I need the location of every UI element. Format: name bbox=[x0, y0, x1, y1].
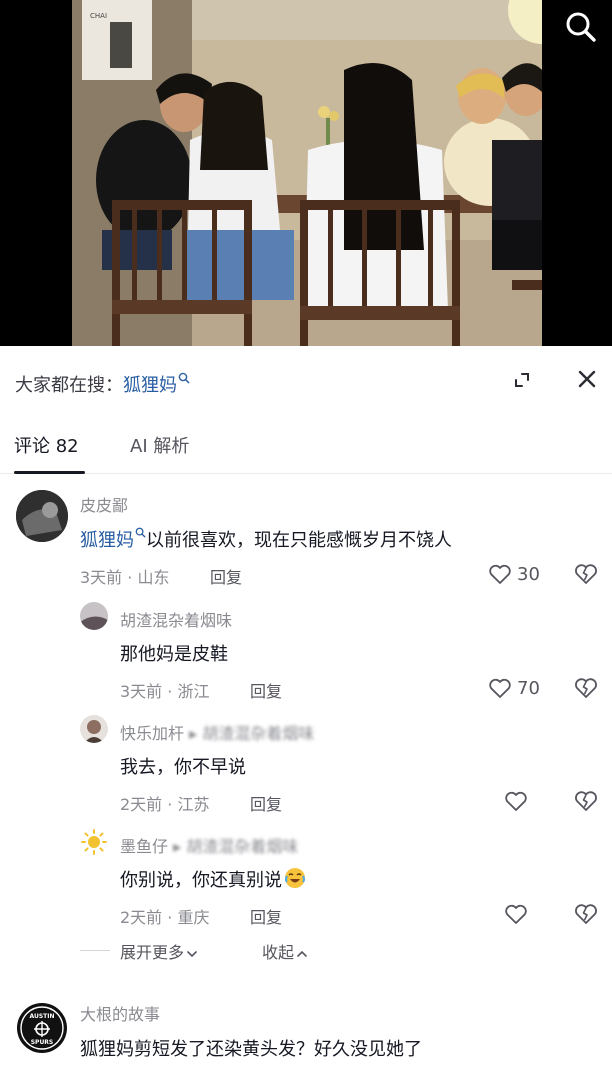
laughing-crying-emoji-icon bbox=[285, 868, 305, 888]
comment-username[interactable]: 大根的故事 bbox=[80, 1001, 160, 1025]
reply-username: 墨鱼仔 ▸ 胡渣混杂着烟味 bbox=[120, 833, 298, 857]
tab-comments[interactable]: 评论 82 bbox=[14, 432, 79, 458]
avatar[interactable] bbox=[80, 715, 108, 743]
heart-icon bbox=[505, 791, 527, 811]
like-button[interactable] bbox=[504, 901, 528, 927]
reply-button[interactable]: 回复 bbox=[250, 791, 282, 815]
search-icon bbox=[566, 12, 596, 42]
comment-meta: 3天前 · 山东 bbox=[80, 568, 170, 587]
search-icon bbox=[178, 372, 190, 384]
avatar-image bbox=[80, 715, 108, 743]
reply-username[interactable]: 胡渣混杂着烟味 bbox=[120, 607, 232, 631]
restaurant-scene-image: CHAI bbox=[72, 0, 542, 346]
expand-panel-button[interactable] bbox=[500, 358, 544, 402]
dislike-button[interactable] bbox=[572, 788, 600, 814]
broken-heart-icon bbox=[575, 564, 597, 584]
reply-to-arrow-icon: ▸ bbox=[189, 724, 198, 743]
expand-icon bbox=[515, 373, 529, 387]
like-count: 70 bbox=[517, 677, 540, 699]
reply-to-arrow-icon: ▸ bbox=[173, 837, 182, 856]
trending-search-term[interactable]: 狐狸妈 bbox=[123, 375, 177, 396]
reply-meta: 3天前 · 浙江 bbox=[120, 682, 210, 701]
like-button[interactable] bbox=[504, 788, 528, 814]
thread-controls: 展开更多 收起 bbox=[0, 936, 612, 966]
avatar-badge-bottom: SPURS bbox=[31, 1039, 54, 1046]
broken-heart-icon bbox=[575, 904, 597, 924]
like-button[interactable]: 30 bbox=[488, 561, 540, 587]
dislike-button[interactable] bbox=[572, 901, 600, 927]
comment-item: 皮皮鄙 狐狸妈 以前很喜欢，现在只能感慨岁月不饶人 3天前 · 山东 回复 30 bbox=[0, 488, 612, 598]
reply-item: 快乐加杆 ▸ 胡渣混杂着烟味 我去，你不早说 2天前 · 江苏 回复 bbox=[0, 715, 612, 825]
avatar-image bbox=[16, 490, 68, 542]
expand-more-label: 展开更多 bbox=[120, 943, 185, 962]
heart-icon bbox=[505, 904, 527, 924]
spurs-logo-avatar: AUSTIN SPURS bbox=[17, 1003, 67, 1053]
comment-search-link[interactable]: 狐狸妈 bbox=[80, 530, 134, 551]
trending-search-prefix: 大家都在搜： bbox=[15, 375, 123, 396]
reply-button[interactable]: 回复 bbox=[250, 904, 282, 928]
reply-text: 我去，你不早说 bbox=[120, 757, 246, 778]
sun-icon bbox=[81, 829, 107, 855]
reply-author[interactable]: 墨鱼仔 bbox=[120, 837, 168, 856]
dislike-button[interactable] bbox=[572, 675, 600, 701]
video-player[interactable]: CHAI bbox=[0, 0, 612, 346]
heart-icon bbox=[489, 678, 511, 698]
reply-meta: 2天前 · 江苏 bbox=[120, 795, 210, 814]
reply-to-username[interactable]: 胡渣混杂着烟味 bbox=[186, 837, 298, 856]
close-panel-button[interactable] bbox=[566, 358, 610, 402]
reply-to-username[interactable]: 胡渣混杂着烟味 bbox=[202, 724, 314, 743]
avatar-badge-top: AUSTIN bbox=[30, 1013, 55, 1020]
reply-meta: 2天前 · 重庆 bbox=[120, 908, 210, 927]
comment-item: AUSTIN SPURS 大根的故事 狐狸妈剪短发了还染黄头发？好久没见她了 bbox=[0, 998, 612, 1068]
close-icon bbox=[578, 370, 596, 388]
svg-text:CHAI: CHAI bbox=[90, 12, 107, 20]
reply-button[interactable]: 回复 bbox=[210, 564, 242, 588]
collapse-label: 收起 bbox=[262, 943, 295, 962]
search-icon bbox=[135, 527, 146, 538]
like-button[interactable]: 70 bbox=[488, 675, 540, 701]
avatar[interactable] bbox=[80, 828, 108, 856]
avatar[interactable] bbox=[16, 490, 68, 542]
heart-icon bbox=[489, 564, 511, 584]
collapse-button[interactable]: 收起 bbox=[262, 939, 308, 963]
dislike-button[interactable] bbox=[572, 561, 600, 587]
reply-username: 快乐加杆 ▸ 胡渣混杂着烟味 bbox=[120, 720, 314, 744]
like-count: 30 bbox=[517, 563, 540, 585]
reply-body: 你别说，你还真别说 bbox=[120, 870, 282, 891]
reply-item: 胡渣混杂着烟味 那他妈是皮鞋 3天前 · 浙江 回复 70 bbox=[0, 602, 612, 712]
reply-text: 你别说，你还真别说 bbox=[120, 866, 306, 892]
active-tab-indicator bbox=[14, 471, 85, 474]
video-frame-photo: CHAI bbox=[72, 0, 542, 346]
trending-search-label: 大家都在搜：狐狸妈 bbox=[15, 371, 190, 397]
reply-button[interactable]: 回复 bbox=[250, 678, 282, 702]
reply-text: 那他妈是皮鞋 bbox=[120, 644, 228, 665]
broken-heart-icon bbox=[575, 791, 597, 811]
chevron-down-icon bbox=[187, 950, 197, 957]
tab-ai-analysis[interactable]: AI 解析 bbox=[130, 432, 189, 458]
search-button[interactable] bbox=[558, 4, 602, 48]
reply-item: 墨鱼仔 ▸ 胡渣混杂着烟味 你别说，你还真别说 2天前 · 重庆 回复 bbox=[0, 828, 612, 938]
reply-author[interactable]: 快乐加杆 bbox=[120, 724, 184, 743]
comment-username[interactable]: 皮皮鄙 bbox=[80, 492, 128, 516]
avatar-image bbox=[80, 602, 108, 630]
comment-tabs: 评论 82 AI 解析 bbox=[0, 424, 612, 474]
comment-panel: 大家都在搜：狐狸妈 评论 82 AI 解析 皮皮鄙 狐狸妈 以前很喜欢，现在只能… bbox=[0, 346, 612, 1068]
expand-more-button[interactable]: 展开更多 bbox=[120, 939, 198, 963]
avatar[interactable] bbox=[80, 602, 108, 630]
chevron-up-icon bbox=[297, 950, 307, 957]
comment-body: 以前很喜欢，现在只能感慨岁月不饶人 bbox=[146, 530, 452, 551]
avatar[interactable]: AUSTIN SPURS bbox=[16, 1002, 68, 1054]
comment-text: 狐狸妈剪短发了还染黄头发？好久没见她了 bbox=[80, 1039, 422, 1060]
thread-divider bbox=[80, 950, 110, 951]
trending-search-bar[interactable]: 大家都在搜：狐狸妈 bbox=[0, 346, 612, 416]
broken-heart-icon bbox=[575, 678, 597, 698]
comment-text: 狐狸妈 以前很喜欢，现在只能感慨岁月不饶人 bbox=[80, 526, 452, 552]
